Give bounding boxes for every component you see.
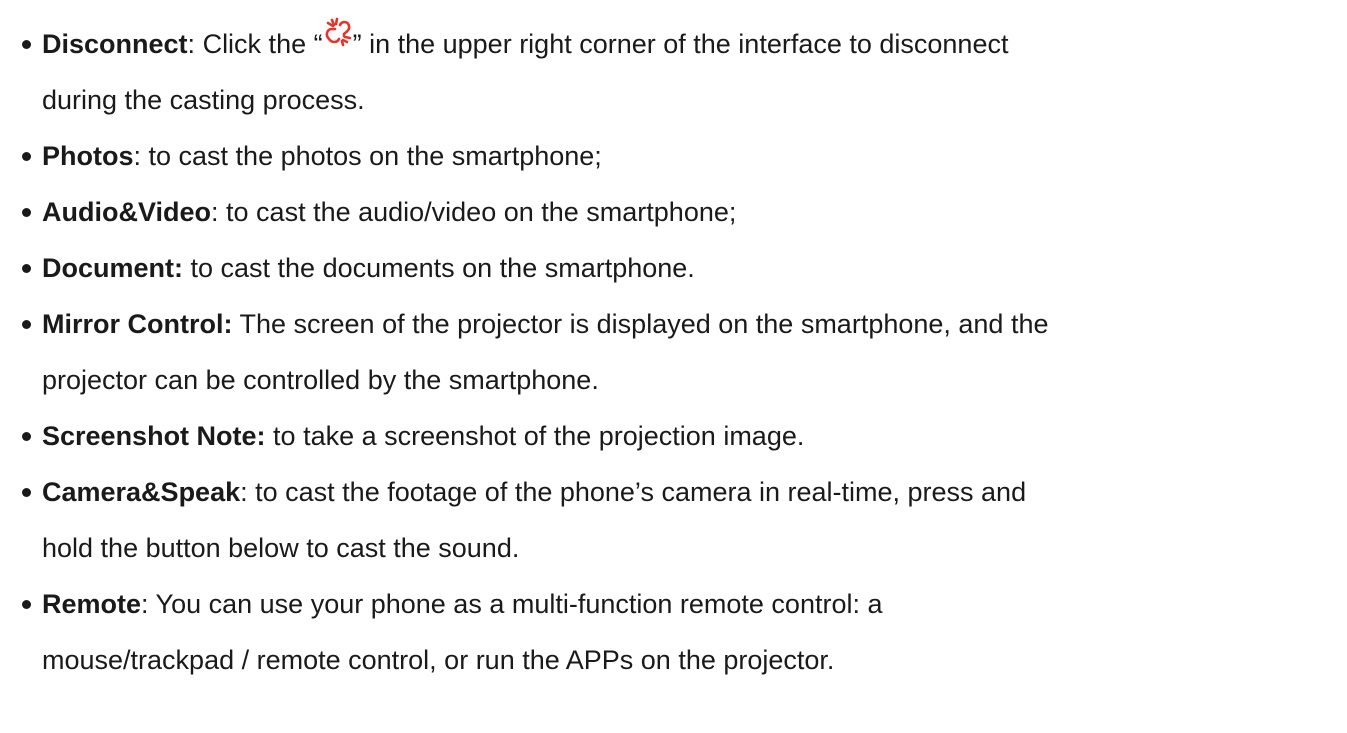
- term-disconnect: Disconnect: [42, 29, 188, 59]
- list-item-camera-speak: Camera&Speak: to cast the footage of the…: [0, 464, 1347, 576]
- term-remote: Remote: [42, 589, 142, 619]
- item-text: to take a screenshot of the projection i…: [265, 421, 805, 451]
- item-text: to cast the audio/video on the smartphon…: [218, 197, 737, 227]
- bullet: [22, 320, 31, 329]
- list-item-audio-video: Audio&Video: to cast the audio/video on …: [0, 184, 1347, 240]
- separator: :: [187, 29, 196, 59]
- separator: :: [133, 141, 142, 171]
- item-text: Click the “: [195, 29, 323, 59]
- list-item-screenshot-note: Screenshot Note: to take a screenshot of…: [0, 408, 1347, 464]
- item-text-line2: projector can be controlled by the smart…: [42, 365, 599, 395]
- separator: :: [211, 197, 219, 227]
- term-photos: Photos: [42, 141, 134, 171]
- bullet: [22, 208, 31, 217]
- item-text-line2: during the casting process.: [42, 85, 365, 115]
- item-text: to cast the footage of the phone’s camer…: [247, 477, 1027, 507]
- term-audio-video: Audio&Video: [42, 197, 212, 227]
- list-item-disconnect: Disconnect: Click the “ ” in the upper r: [0, 16, 1347, 128]
- item-text: to cast the photos on the smartphone;: [141, 141, 602, 171]
- list-item-photos: Photos: to cast the photos on the smartp…: [0, 128, 1347, 184]
- bullet: [22, 488, 31, 497]
- item-text: to cast the documents on the smartphone.: [183, 253, 695, 283]
- bullet: [22, 600, 31, 609]
- item-text: The screen of the projector is displayed…: [232, 309, 1049, 339]
- list-item-document: Document: to cast the documents on the s…: [0, 240, 1347, 296]
- item-text: You can use your phone as a multi-functi…: [148, 589, 883, 619]
- item-text-cont: ” in the upper right corner of the inter…: [352, 29, 1009, 59]
- separator: :: [240, 477, 248, 507]
- list-item-remote: Remote: You can use your phone as a mult…: [0, 576, 1347, 688]
- item-text-line2: mouse/trackpad / remote control, or run …: [42, 645, 835, 675]
- bullet: [22, 152, 31, 161]
- term-camera-speak: Camera&Speak: [42, 477, 241, 507]
- term-screenshot-note: Screenshot Note:: [42, 421, 266, 451]
- term-mirror-control: Mirror Control:: [42, 309, 233, 339]
- item-text-line2: hold the button below to cast the sound.: [42, 533, 520, 563]
- document-page: Disconnect: Click the “ ” in the upper r: [0, 0, 1347, 733]
- bullet: [22, 264, 31, 273]
- list-item-mirror-control: Mirror Control: The screen of the projec…: [0, 296, 1347, 408]
- broken-link-icon: [323, 10, 353, 47]
- term-document: Document:: [42, 253, 183, 283]
- bullet: [22, 432, 31, 441]
- separator: :: [141, 589, 149, 619]
- bullet: [22, 40, 31, 49]
- feature-list: Disconnect: Click the “ ” in the upper r: [0, 16, 1347, 688]
